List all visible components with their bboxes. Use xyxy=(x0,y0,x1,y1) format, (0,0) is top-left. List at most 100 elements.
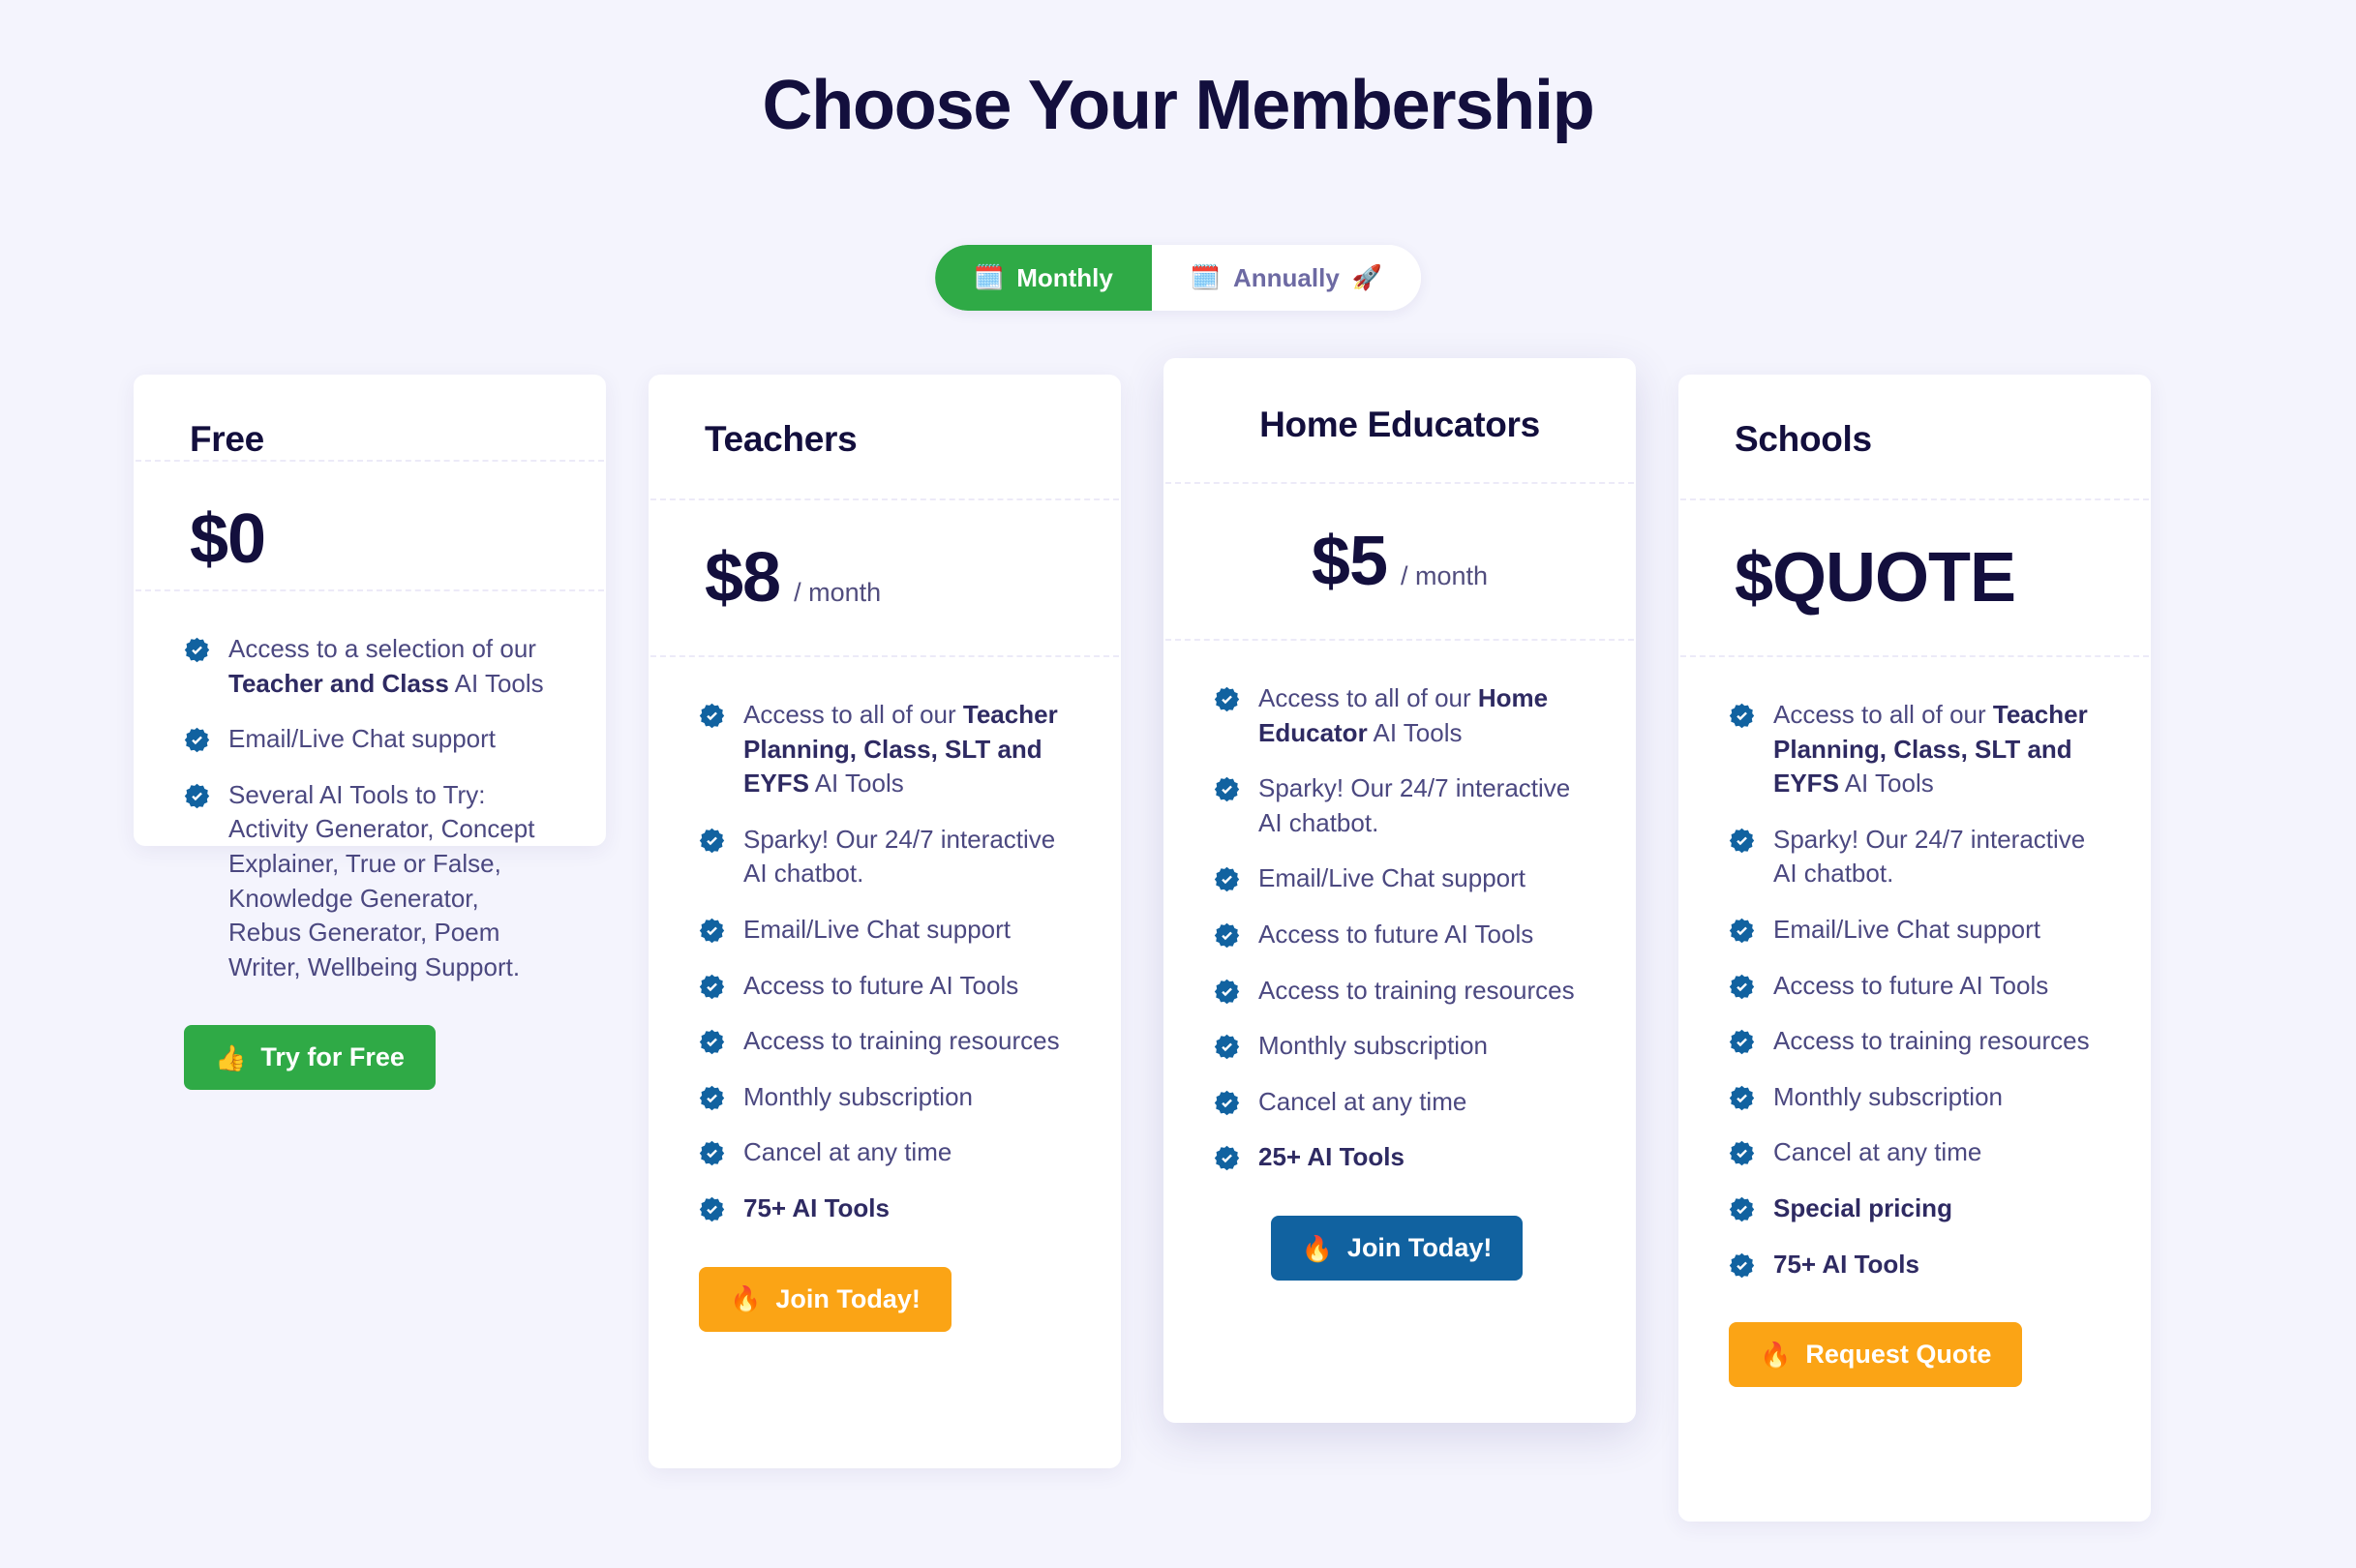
card-body: Access to a selection of our Teacher and… xyxy=(134,591,606,1091)
feature-item: Cancel at any time xyxy=(1729,1135,2095,1170)
plan-price-period: / month xyxy=(794,578,882,607)
feature-item: Sparky! Our 24/7 interactive AI chatbot. xyxy=(699,823,1065,891)
check-badge-icon xyxy=(699,1029,725,1055)
thumbs-up-icon: 👍 xyxy=(215,1042,247,1072)
check-badge-icon xyxy=(699,703,725,729)
plan-name: Teachers xyxy=(705,419,858,459)
card-header: Free xyxy=(134,375,606,460)
feature-text: Access to training resources xyxy=(1773,1026,2090,1056)
feature-text: Email/Live Chat support xyxy=(1258,863,1526,893)
check-badge-icon xyxy=(1214,866,1240,892)
cta-container: 🔥 Request Quote xyxy=(1729,1282,2095,1388)
feature-item: Access to training resources xyxy=(1214,974,1580,1009)
fire-icon: 🔥 xyxy=(1760,1340,1792,1370)
plan-name: Home Educators xyxy=(1259,405,1540,444)
cta-request-quote-button[interactable]: 🔥 Request Quote xyxy=(1729,1322,2023,1388)
feature-item: Special pricing xyxy=(1729,1191,2095,1226)
cta-container: 👍 Try for Free xyxy=(184,984,550,1091)
check-badge-icon xyxy=(1729,703,1755,729)
card-body: Access to all of our Home Educator AI To… xyxy=(1163,641,1636,1423)
check-badge-icon xyxy=(699,828,725,854)
feature-item: Cancel at any time xyxy=(699,1135,1065,1170)
feature-text: Access to future AI Tools xyxy=(1773,970,2049,1000)
feature-item: Access to a selection of our Teacher and… xyxy=(184,632,550,701)
feature-text: Cancel at any time xyxy=(1258,1086,1467,1116)
feature-text: Access to all of our Teacher Planning, C… xyxy=(743,700,1058,799)
check-badge-icon xyxy=(1729,1252,1755,1279)
feature-item: 75+ AI Tools xyxy=(699,1191,1065,1226)
feature-text: Access to future AI Tools xyxy=(743,970,1019,1000)
feature-item: 75+ AI Tools xyxy=(1729,1248,2095,1282)
feature-text: Sparky! Our 24/7 interactive AI chatbot. xyxy=(1773,824,2086,889)
check-badge-icon xyxy=(1214,686,1240,712)
feature-item: Several AI Tools to Try: Activity Genera… xyxy=(184,778,550,985)
pricing-card-free: Free $0 Access to a selection of our Teach… xyxy=(134,375,606,1091)
feature-text: Several AI Tools to Try: Activity Genera… xyxy=(228,779,535,981)
feature-item: Email/Live Chat support xyxy=(184,722,550,757)
pricing-card-home-educators: Home Educators $5 / month Access to all of … xyxy=(1163,358,1636,1423)
check-badge-icon xyxy=(1214,776,1240,802)
feature-item: Sparky! Our 24/7 interactive AI chatbot. xyxy=(1214,771,1580,840)
check-badge-icon xyxy=(1214,979,1240,1005)
feature-item: Cancel at any time xyxy=(1214,1085,1580,1120)
feature-text: Monthly subscription xyxy=(1258,1031,1488,1061)
check-badge-icon xyxy=(1729,1196,1755,1222)
cta-container: 🔥 Join Today! xyxy=(699,1226,1065,1332)
pricing-card-schools: Schools $QUOTE Access to all of our Teache… xyxy=(1678,375,2151,1522)
fire-icon: 🔥 xyxy=(1301,1233,1333,1263)
plan-name: Free xyxy=(190,419,264,459)
feature-text: Access to future AI Tools xyxy=(1258,920,1534,950)
feature-text: Access to training resources xyxy=(743,1026,1060,1056)
cta-try-for-free-button[interactable]: 👍 Try for Free xyxy=(184,1025,436,1091)
cta-join-today-button[interactable]: 🔥 Join Today! xyxy=(699,1266,951,1332)
feature-text: Sparky! Our 24/7 interactive AI chatbot. xyxy=(743,824,1056,889)
feature-text: 75+ AI Tools xyxy=(1773,1249,1919,1279)
plan-price-row: $8 / month xyxy=(649,500,1121,655)
feature-text: Sparky! Our 24/7 interactive AI chatbot. xyxy=(1258,773,1571,837)
plan-price-row: $QUOTE xyxy=(1678,500,2151,655)
feature-item: Access to training resources xyxy=(1729,1024,2095,1059)
check-badge-icon xyxy=(699,918,725,944)
cta-label: Join Today! xyxy=(1346,1233,1493,1263)
feature-item: Email/Live Chat support xyxy=(1729,913,2095,948)
cta-label: Join Today! xyxy=(775,1283,921,1313)
feature-list: Access to all of our Teacher Planning, C… xyxy=(1729,698,2095,1282)
feature-list: Access to a selection of our Teacher and… xyxy=(184,632,550,984)
feature-text: Access to all of our Teacher Planning, C… xyxy=(1773,700,2088,799)
feature-item: Access to all of our Teacher Planning, C… xyxy=(1729,698,2095,801)
check-badge-icon xyxy=(1729,1140,1755,1166)
check-badge-icon xyxy=(184,727,210,753)
feature-text: Access to a selection of our Teacher and… xyxy=(228,634,544,698)
plan-price-amount: $0 xyxy=(190,500,266,578)
check-badge-icon xyxy=(1214,1145,1240,1171)
check-badge-icon xyxy=(1729,974,1755,1000)
check-badge-icon xyxy=(699,1140,725,1166)
card-body: Access to all of our Teacher Planning, C… xyxy=(649,657,1121,1468)
check-badge-icon xyxy=(1214,1090,1240,1116)
feature-text: 25+ AI Tools xyxy=(1258,1142,1405,1172)
feature-text: Monthly subscription xyxy=(743,1081,973,1111)
plan-price-amount: $QUOTE xyxy=(1735,539,2016,617)
cta-join-today-button[interactable]: 🔥 Join Today! xyxy=(1270,1216,1524,1282)
feature-text: Special pricing xyxy=(1773,1193,1952,1223)
fire-icon: 🔥 xyxy=(730,1284,762,1314)
feature-item: Access to all of our Teacher Planning, C… xyxy=(699,698,1065,801)
cta-container: 🔥 Join Today! xyxy=(1214,1175,1580,1282)
plan-price-period: / month xyxy=(1401,561,1489,590)
feature-item: Email/Live Chat support xyxy=(1214,861,1580,896)
check-badge-icon xyxy=(1729,918,1755,944)
cta-label: Try for Free xyxy=(260,1042,405,1072)
feature-item: Email/Live Chat support xyxy=(699,913,1065,948)
feature-item: Access to future AI Tools xyxy=(1214,918,1580,952)
feature-item: Monthly subscription xyxy=(1214,1029,1580,1064)
plan-price-row: $5 / month xyxy=(1163,484,1636,639)
feature-text: Access to training resources xyxy=(1258,975,1575,1005)
check-badge-icon xyxy=(1729,828,1755,854)
cta-label: Request Quote xyxy=(1805,1340,1992,1370)
feature-item: Sparky! Our 24/7 interactive AI chatbot. xyxy=(1729,823,2095,891)
feature-list: Access to all of our Home Educator AI To… xyxy=(1214,681,1580,1175)
check-badge-icon xyxy=(699,1196,725,1222)
card-header: Teachers xyxy=(649,375,1121,498)
check-badge-icon xyxy=(1729,1029,1755,1055)
plan-price-amount: $8 xyxy=(705,539,781,617)
